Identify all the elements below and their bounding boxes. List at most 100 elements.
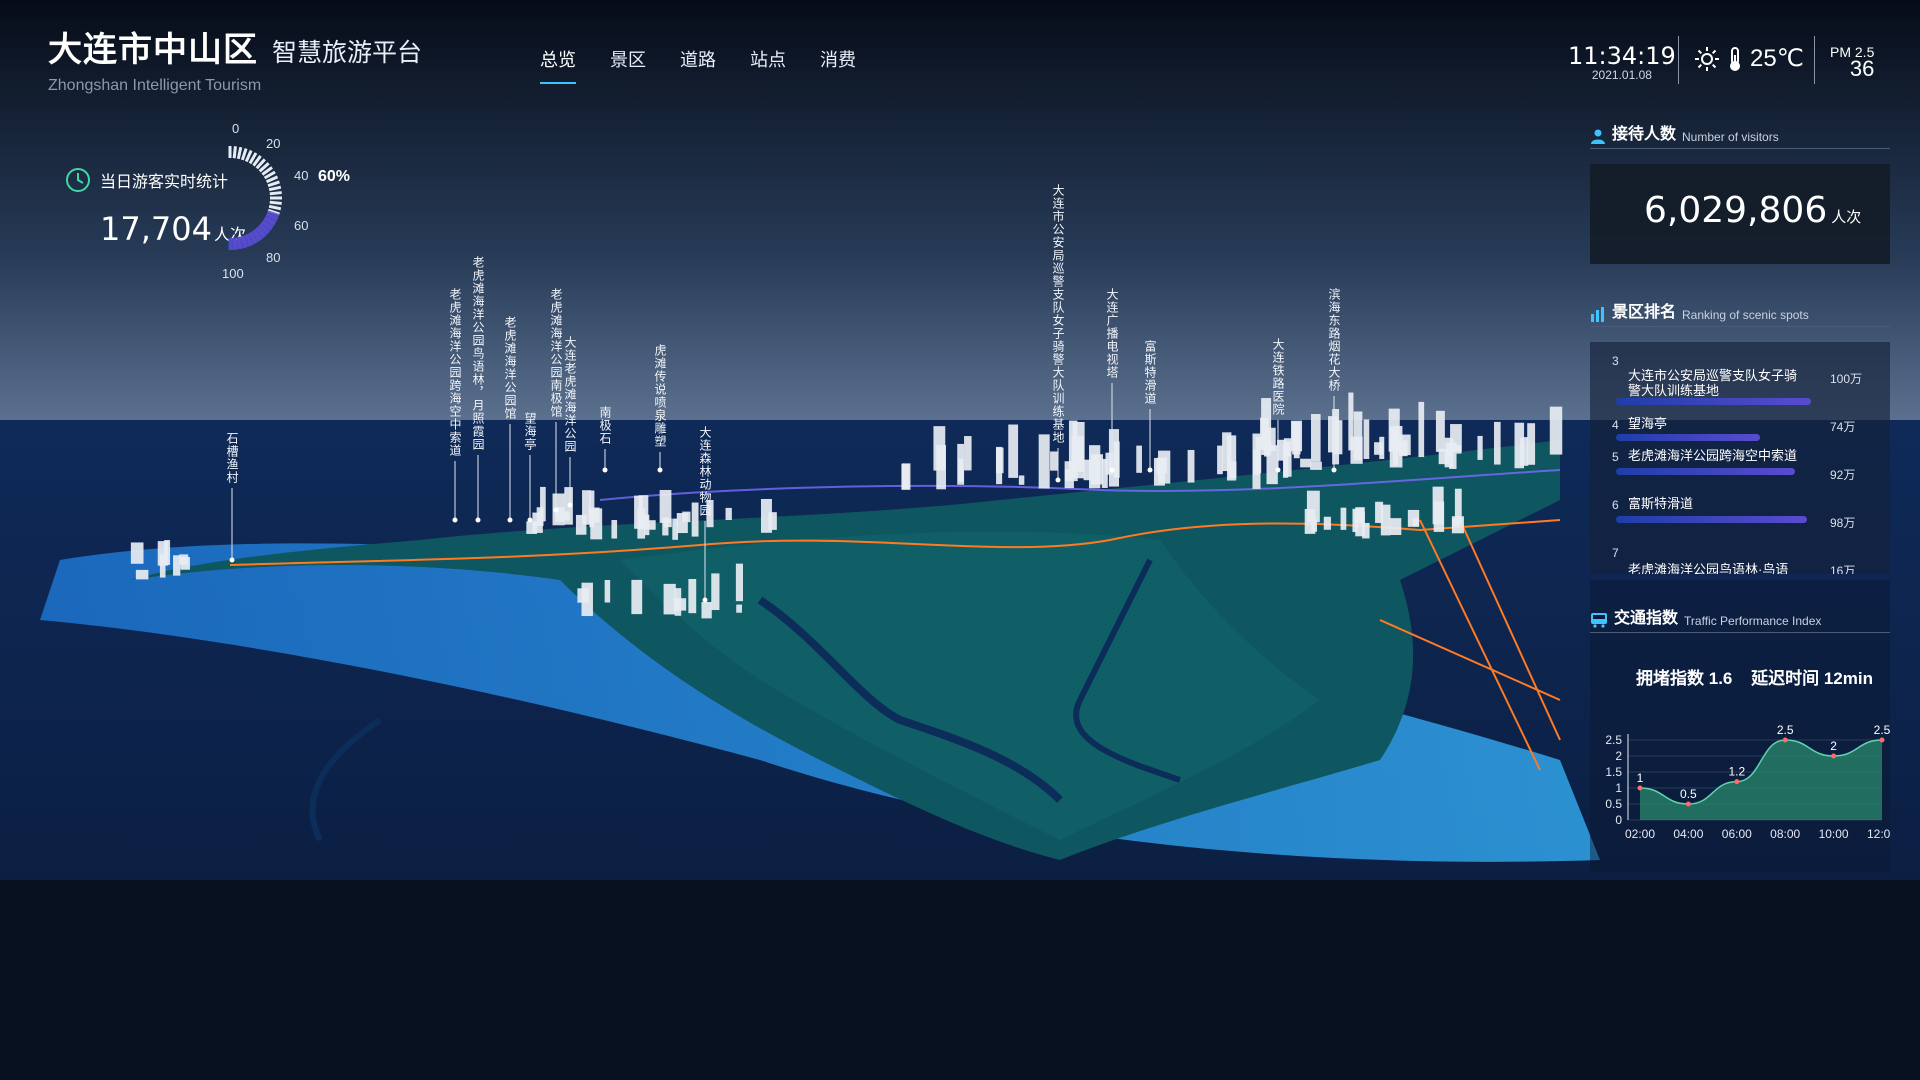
y-tick-label: 0.5: [1605, 797, 1622, 811]
building: [135, 569, 149, 580]
building: [672, 518, 679, 540]
pin-dot[interactable]: [1147, 467, 1153, 473]
pin-dot[interactable]: [1109, 467, 1115, 473]
main-nav: 总览 景区 道路 站点 消费: [540, 46, 856, 84]
pin-dot[interactable]: [452, 517, 458, 523]
building: [604, 580, 611, 603]
ranking-rank: 6: [1612, 498, 1619, 512]
pin-dot[interactable]: [527, 517, 533, 523]
map-pin-label[interactable]: 大连森林动物园: [698, 426, 712, 517]
x-tick-label: 12:00: [1867, 827, 1890, 841]
building: [1217, 445, 1223, 475]
map-pin-label[interactable]: 老虎滩海洋公园跨海空中索道: [448, 288, 462, 457]
building: [1549, 406, 1563, 455]
visitors-unit: 人次: [1831, 209, 1862, 226]
data-label: 2.5: [1874, 723, 1890, 737]
building: [682, 511, 691, 523]
building: [1374, 442, 1384, 455]
pin-dot[interactable]: [229, 557, 235, 563]
nav-tab-overview[interactable]: 总览: [540, 46, 576, 84]
data-label: 0.5: [1680, 787, 1697, 801]
map-pin-label[interactable]: 望海亭: [523, 412, 537, 451]
congestion-value: 1.6: [1708, 669, 1733, 688]
building: [575, 514, 587, 535]
building: [1222, 432, 1232, 472]
building: [1407, 509, 1420, 527]
building: [1290, 420, 1303, 452]
pin-dot[interactable]: [702, 597, 708, 603]
building: [1494, 421, 1501, 465]
data-point[interactable]: [1734, 779, 1740, 785]
weather: 25℃: [1694, 44, 1804, 73]
data-point[interactable]: [1782, 737, 1788, 743]
pin-dot[interactable]: [1331, 467, 1337, 473]
building: [1310, 461, 1322, 470]
nav-tab-consumption[interactable]: 消费: [820, 46, 856, 84]
building: [1311, 414, 1321, 462]
pin-dot[interactable]: [475, 517, 481, 523]
building: [1300, 458, 1312, 468]
pin-dot[interactable]: [1275, 467, 1281, 473]
map-pin-label[interactable]: 老虎滩海洋公园馆: [503, 316, 517, 420]
building: [760, 498, 772, 533]
building: [1328, 416, 1338, 453]
pin-dot[interactable]: [1055, 477, 1061, 483]
page-title-en: Zhongshan Intelligent Tourism: [48, 77, 262, 94]
gauge-tick-20: 20: [266, 136, 280, 151]
data-point[interactable]: [1879, 737, 1885, 743]
nav-tab-roads[interactable]: 道路: [680, 46, 716, 84]
data-label: 1.2: [1728, 765, 1745, 779]
building: [1284, 441, 1291, 457]
data-point[interactable]: [1831, 753, 1837, 759]
ranking-value: 98万: [1830, 516, 1856, 530]
pin-dot[interactable]: [602, 467, 608, 473]
map-pin-label[interactable]: 老虎滩海洋公园鸟语林，月照霞园: [471, 256, 485, 451]
map-pin-label[interactable]: 石槽渔村: [225, 432, 239, 484]
gauge-tick-mark: [236, 146, 243, 160]
map-pin-label[interactable]: 富斯特滑道: [1143, 339, 1157, 405]
building: [688, 579, 697, 614]
x-tick-label: 04:00: [1673, 827, 1703, 841]
map-pin-label[interactable]: 滨海东路烟花大桥: [1327, 287, 1341, 392]
building: [1456, 445, 1462, 454]
ranking-name: 望海亭: [1628, 416, 1668, 431]
pin-dot[interactable]: [567, 502, 573, 508]
nav-tab-scenic[interactable]: 景区: [610, 46, 646, 84]
building: [648, 520, 656, 530]
nav-tab-stations[interactable]: 站点: [750, 46, 786, 84]
building: [130, 542, 144, 564]
data-label: 2: [1830, 739, 1837, 753]
gauge-tick-40: 40: [294, 168, 308, 183]
building: [589, 490, 595, 528]
ranking-bar: [1616, 434, 1760, 441]
pin-dot[interactable]: [553, 507, 559, 513]
building: [1050, 451, 1059, 471]
building: [1389, 518, 1402, 536]
building: [526, 521, 538, 534]
data-point[interactable]: [1637, 785, 1643, 791]
clock: 11:34:19 2021.01.08: [1568, 42, 1676, 82]
gauge-fill: [230, 210, 280, 250]
y-tick-label: 2: [1615, 749, 1622, 763]
delay-value: 12min: [1823, 669, 1873, 688]
gauge-tick-mark: [267, 180, 280, 188]
ranking-list[interactable]: 3 大连市公安局巡警支队女子骑警大队训练基地 100万 4 望海亭 74万 5 …: [1590, 342, 1890, 574]
map-pin-label[interactable]: 大连市公安局巡警支队女子骑警大队训练基地: [1051, 184, 1065, 444]
ranking-rank: 7: [1612, 546, 1619, 560]
pin-dot[interactable]: [507, 517, 513, 523]
realtime-gauge: 0 20 40 60 80 100: [222, 121, 308, 281]
building: [563, 511, 570, 521]
building: [1418, 401, 1425, 458]
map-pin-label[interactable]: 大连广播电视塔: [1105, 288, 1119, 379]
building: [663, 583, 676, 615]
map-pin-label[interactable]: 南极石: [598, 405, 612, 445]
visitors-total: 6,029,806 人次: [1644, 190, 1861, 231]
data-point[interactable]: [1685, 801, 1691, 807]
pin-dot[interactable]: [657, 467, 663, 473]
map-pin-label[interactable]: 大连铁路医院: [1271, 338, 1285, 416]
map-pin-label[interactable]: 老虎滩海洋公园南极馆: [549, 288, 563, 418]
building: [1323, 516, 1331, 530]
map-pin-label[interactable]: 大连老虎滩海洋公园: [563, 336, 577, 453]
building: [936, 445, 946, 490]
map-pin-label[interactable]: 虎滩传说喷泉雕塑: [653, 344, 667, 448]
